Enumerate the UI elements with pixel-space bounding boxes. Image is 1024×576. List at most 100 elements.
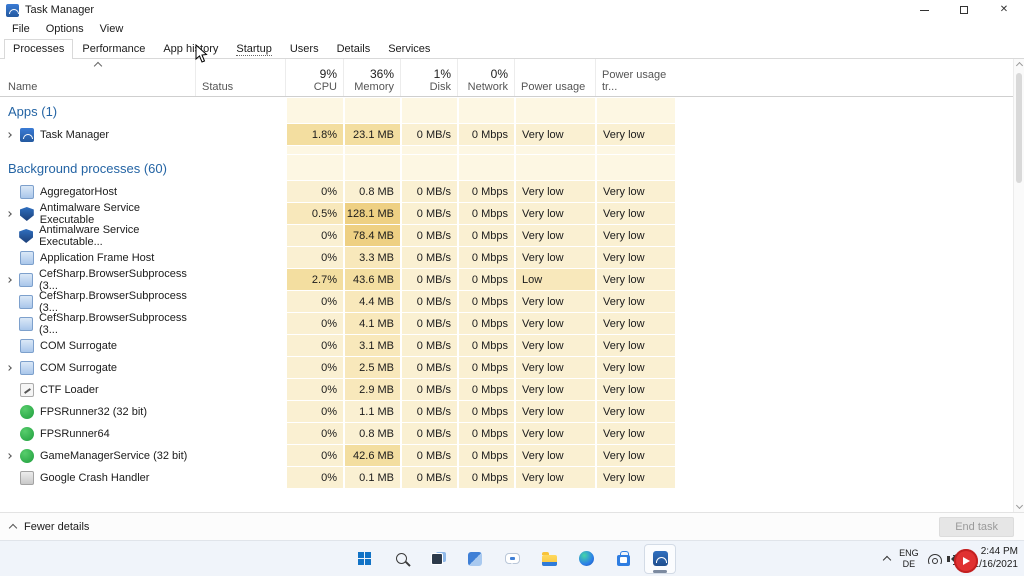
tab-services[interactable]: Services (379, 39, 439, 59)
cell-cpu: 0% (285, 445, 343, 467)
expand-chevron[interactable] (7, 366, 20, 370)
cell-trend: Very low (595, 225, 675, 247)
network-icon[interactable] (928, 554, 942, 564)
process-row[interactable]: FPSRunner640%0.8 MB0 MB/s0 MbpsVery lowV… (0, 423, 1012, 445)
process-row[interactable]: CTF Loader0%2.9 MB0 MB/s0 MbpsVery lowVe… (0, 379, 1012, 401)
process-row[interactable]: COM Surrogate0%3.1 MB0 MB/s0 MbpsVery lo… (0, 335, 1012, 357)
process-name: Antimalware Service Executable... (39, 224, 195, 248)
expand-chevron[interactable] (7, 212, 20, 216)
expand-chevron[interactable] (7, 133, 20, 137)
process-row[interactable]: CefSharp.BrowserSubprocess (3...0%4.1 MB… (0, 313, 1012, 335)
vertical-scrollbar[interactable] (1013, 59, 1024, 512)
tab-app-history[interactable]: App history (154, 39, 227, 59)
taskbar-button-explorer[interactable] (533, 544, 565, 574)
cell-power: Very low (514, 335, 595, 357)
tab-startup[interactable]: Startup (227, 39, 280, 59)
row-filler (675, 445, 1012, 467)
taskbar-icons (0, 541, 1024, 576)
taskbar-button-taskmgr[interactable] (644, 544, 676, 574)
process-row[interactable]: CefSharp.BrowserSubprocess (3...2.7%43.6… (0, 269, 1012, 291)
taskbar-button-taskview[interactable] (422, 544, 454, 574)
cell-power: Very low (514, 291, 595, 313)
process-name-cell: Application Frame Host (0, 247, 195, 269)
cell-cpu: 0% (285, 401, 343, 423)
column-header-name[interactable]: Name (0, 59, 195, 96)
process-row[interactable]: GameManagerService (32 bit)0%42.6 MB0 MB… (0, 445, 1012, 467)
process-status-cell (195, 291, 285, 313)
minimize-button[interactable] (904, 0, 944, 20)
column-header-cpu[interactable]: 9%CPU (285, 59, 343, 96)
tab-label: Startup (236, 43, 271, 56)
tray-chevron-up-icon[interactable] (883, 556, 891, 564)
column-header-status[interactable]: Status (195, 59, 285, 96)
menu-view[interactable]: View (92, 22, 132, 36)
cell-trend (595, 98, 675, 124)
tab-details[interactable]: Details (328, 39, 380, 59)
tab-processes[interactable]: Processes (4, 39, 73, 59)
process-row[interactable]: Antimalware Service Executable0.5%128.1 … (0, 203, 1012, 225)
process-status-cell (195, 225, 285, 247)
sort-ascending-icon (93, 62, 101, 70)
taskbar-button-widgets[interactable] (459, 544, 491, 574)
group-header[interactable]: Apps (1) (0, 98, 1012, 124)
scrollbar-thumb[interactable] (1016, 73, 1022, 183)
process-row[interactable]: Antimalware Service Executable...0%78.4 … (0, 225, 1012, 247)
fewer-details-toggle[interactable]: Fewer details (24, 521, 89, 533)
column-header-disk[interactable]: 1%Disk (400, 59, 457, 96)
group-header-label: Apps (1) (8, 104, 57, 119)
process-name-cell: Google Crash Handler (0, 467, 195, 489)
process-row[interactable]: Task Manager1.8%23.1 MB0 MB/s0 MbpsVery … (0, 124, 1012, 146)
explorer-icon (542, 555, 557, 566)
process-status-cell (195, 124, 285, 146)
tab-performance[interactable]: Performance (73, 39, 154, 59)
process-row[interactable]: AggregatorHost0%0.8 MB0 MB/s0 MbpsVery l… (0, 181, 1012, 203)
language-switcher[interactable]: ENG DE (899, 548, 919, 570)
process-row[interactable]: Google Crash Handler0%0.1 MB0 MB/s0 Mbps… (0, 467, 1012, 489)
cell-memory: 3.3 MB (343, 247, 400, 269)
cell-power (514, 155, 595, 181)
process-icon-google (20, 471, 34, 485)
cell-network: 0 Mbps (457, 313, 514, 335)
process-icon-green (20, 405, 34, 419)
close-button[interactable]: ✕ (984, 0, 1024, 20)
cell-trend: Very low (595, 379, 675, 401)
menu-file[interactable]: File (4, 22, 38, 36)
end-task-button[interactable]: End task (939, 517, 1014, 537)
expand-chevron[interactable] (7, 278, 19, 282)
menu-options[interactable]: Options (38, 22, 92, 36)
column-label-cpu: CPU (286, 81, 337, 93)
taskbar-button-search[interactable] (385, 544, 417, 574)
expand-chevron[interactable] (7, 454, 20, 458)
column-header-power[interactable]: Power usage (514, 59, 595, 96)
process-row[interactable]: COM Surrogate0%2.5 MB0 MB/s0 MbpsVery lo… (0, 357, 1012, 379)
maximize-button[interactable] (944, 0, 984, 20)
tab-users[interactable]: Users (281, 39, 328, 59)
taskbar-button-chat[interactable] (496, 544, 528, 574)
process-name-cell: CTF Loader (0, 379, 195, 401)
column-header-trend[interactable]: Power usage tr... (595, 59, 675, 96)
process-row[interactable]: Application Frame Host0%3.3 MB0 MB/s0 Mb… (0, 247, 1012, 269)
cell-network: 0 Mbps (457, 247, 514, 269)
taskbar-button-store[interactable] (607, 544, 639, 574)
process-icon-generic (19, 295, 33, 309)
cell-memory: 0.8 MB (343, 423, 400, 445)
process-row[interactable]: CefSharp.BrowserSubprocess (3...0%4.4 MB… (0, 291, 1012, 313)
cell-disk (400, 146, 457, 155)
search-icon (396, 553, 407, 564)
maximize-icon (960, 6, 968, 14)
row-filler (675, 247, 1012, 269)
column-header-network[interactable]: 0%Network (457, 59, 514, 96)
process-row[interactable]: FPSRunner32 (32 bit)0%1.1 MB0 MB/s0 Mbps… (0, 401, 1012, 423)
cell-power: Low (514, 269, 595, 291)
process-name: COM Surrogate (40, 362, 117, 374)
process-name-cell: FPSRunner64 (0, 423, 195, 445)
taskbar-button-edge[interactable] (570, 544, 602, 574)
taskbar-button-start[interactable] (348, 544, 380, 574)
column-header-memory[interactable]: 36%Memory (343, 59, 400, 96)
process-name: FPSRunner32 (32 bit) (40, 406, 147, 418)
group-header[interactable]: Background processes (60) (0, 155, 1012, 181)
cell-power: Very low (514, 203, 595, 225)
clock-time: 2:44 PM (981, 546, 1018, 559)
process-status-cell (195, 269, 285, 291)
chevron-right-icon (6, 453, 12, 459)
